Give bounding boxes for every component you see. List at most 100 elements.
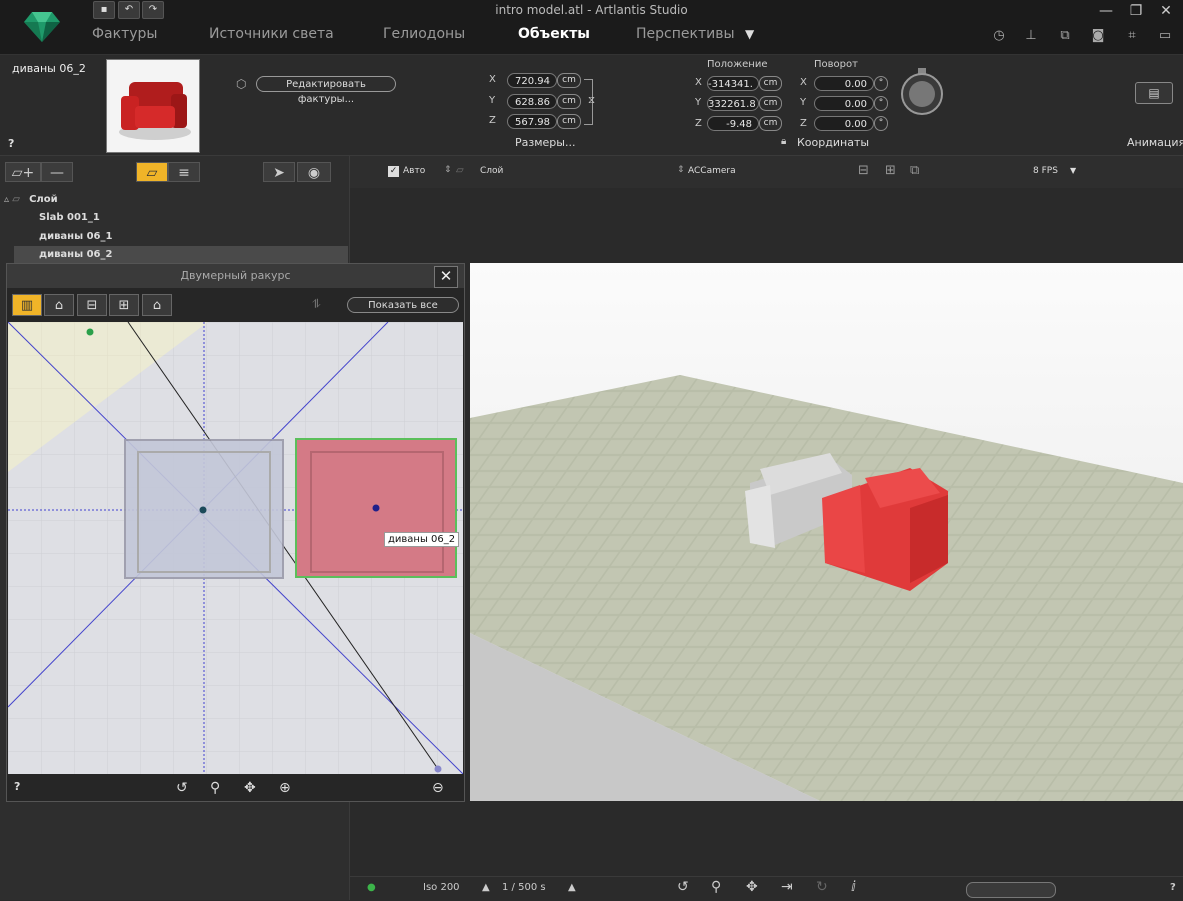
camera-stepper-icon[interactable]: ⇕: [677, 165, 685, 175]
fps-dropdown-icon[interactable]: ▼: [1070, 166, 1076, 175]
size-x-label: X: [489, 74, 496, 85]
tab-heliodons[interactable]: Гелиодоны: [383, 26, 465, 42]
size-x-unit[interactable]: cm: [557, 73, 581, 88]
crop-icon[interactable]: ⌗: [1123, 28, 1141, 44]
animation-clapper-icon[interactable]: ▤: [1135, 82, 1173, 104]
tab-textures[interactable]: Фактуры: [92, 26, 157, 42]
list-view-button[interactable]: ≡: [168, 162, 200, 182]
visibility-eye-icon[interactable]: ◉: [297, 162, 331, 182]
clock-icon[interactable]: ◷: [990, 28, 1008, 44]
show-all-dropdown[interactable]: Показать все: [347, 297, 459, 313]
viewport-toolbar: ✓ Авто ⇕ ▱ Слой ⇕ ACCamera ⊟ ⊞ ⧉ 8 FPS ▼: [350, 156, 1183, 188]
2d-view-window: Двумерный ракурс ✕ ▥ ⌂ ⊟ ⊞ ⌂ ⥮ Показать …: [6, 263, 465, 802]
close-2d-view-button[interactable]: ✕: [434, 266, 458, 288]
axes-icon[interactable]: ⊥: [1022, 28, 1040, 44]
add-layer-button[interactable]: ▱+: [5, 162, 41, 182]
auto-checkbox[interactable]: ✓: [388, 166, 399, 177]
position-x-label: X: [695, 77, 702, 88]
position-y-unit[interactable]: cm: [759, 96, 782, 111]
windows-icon[interactable]: ⧉: [1056, 28, 1074, 44]
help-icon[interactable]: ?: [8, 137, 14, 150]
top-bar: ▪ ↶ ↷ intro model.atl - Artlantis Studio…: [0, 0, 1183, 55]
layer-root-row[interactable]: ▵ ▱ Слой: [4, 191, 338, 209]
2d-view-title[interactable]: Двумерный ракурс: [7, 264, 464, 288]
exposure-stepper-icon[interactable]: ▲: [568, 882, 576, 893]
position-y-input[interactable]: 332261.8: [707, 96, 759, 111]
position-z-label: Z: [695, 118, 702, 129]
camera-select[interactable]: ACCamera: [688, 166, 736, 176]
horizon-icon[interactable]: ⊖: [432, 780, 444, 796]
rotation-x-input[interactable]: 0.00: [814, 76, 874, 91]
rotation-y-unit[interactable]: °: [874, 96, 888, 111]
window-title: intro model.atl - Artlantis Studio: [495, 3, 688, 17]
info-icon[interactable]: ⅈ: [851, 879, 856, 895]
edit-textures-dropdown[interactable]: Редактировать фактуры...: [256, 76, 396, 105]
top-view-icon[interactable]: ▥: [12, 294, 42, 316]
rotation-z-input[interactable]: 0.00: [814, 116, 874, 131]
layer-item-sofa-2[interactable]: диваны 06_2: [14, 246, 348, 264]
zoom-icon[interactable]: ⚲: [210, 780, 220, 796]
expand-arrow-icon[interactable]: ▵: [4, 194, 12, 205]
tabs-dropdown-icon[interactable]: ▼: [745, 27, 754, 41]
left-view-icon[interactable]: ⌂: [142, 294, 172, 316]
minimize-button[interactable]: —: [1095, 2, 1117, 20]
maximize-button[interactable]: ❐: [1125, 2, 1147, 20]
preview-slider[interactable]: [966, 882, 1056, 898]
front-view-icon[interactable]: ⌂: [44, 294, 74, 316]
pointer-tool-button[interactable]: ➤: [263, 162, 295, 182]
position-z-unit[interactable]: cm: [759, 116, 782, 131]
rotation-x-unit[interactable]: °: [874, 76, 888, 91]
size-z-input[interactable]: 567.98: [507, 114, 557, 129]
tab-objects[interactable]: Объекты: [518, 26, 590, 42]
exposure-value[interactable]: 1 / 500 s: [502, 882, 546, 893]
sizes-label[interactable]: Размеры...: [515, 136, 575, 149]
zoom-camera-icon[interactable]: ⚲: [711, 879, 721, 895]
back-view-icon[interactable]: ⊞: [109, 294, 139, 316]
layer-stepper-icon[interactable]: ⇕: [444, 165, 452, 175]
2d-help-icon[interactable]: ?: [14, 780, 20, 793]
rotation-y-input[interactable]: 0.00: [814, 96, 874, 111]
size-y-unit[interactable]: cm: [557, 94, 581, 109]
layer-root-label: Слой: [29, 194, 58, 205]
fps-select[interactable]: 8 FPS: [1033, 166, 1058, 176]
position-x-unit[interactable]: cm: [759, 76, 782, 91]
size-x-input[interactable]: 720.94: [507, 73, 557, 88]
object-properties-panel: диваны 06_2 ? ⬡ Редактировать фактуры...…: [0, 55, 1183, 156]
rotation-z-unit[interactable]: °: [874, 116, 888, 131]
position-x-input[interactable]: -314341.: [707, 76, 759, 91]
remove-layer-button[interactable]: —: [41, 162, 73, 182]
3d-viewport[interactable]: [470, 263, 1183, 801]
layer-item-slab[interactable]: Slab 001_1: [14, 209, 348, 227]
rotate-view-icon[interactable]: ↺: [176, 780, 188, 796]
screen-icon[interactable]: ▭: [1156, 28, 1174, 44]
zoom-fit-icon[interactable]: ⊕: [279, 780, 291, 796]
layer-item-sofa-1[interactable]: диваны 06_1: [14, 228, 348, 246]
camera-icon[interactable]: ◙: [1089, 28, 1107, 44]
rotation-dial-icon[interactable]: [899, 67, 945, 117]
size-y-input[interactable]: 628.86: [507, 94, 557, 109]
tab-perspectives[interactable]: Перспективы: [636, 26, 735, 42]
size-z-unit[interactable]: cm: [557, 114, 581, 129]
lock-icon[interactable]: 🔒︎: [781, 136, 786, 147]
pan-icon[interactable]: ✥: [244, 780, 256, 796]
rotate-camera-icon[interactable]: ↺: [677, 879, 689, 895]
inset-view-icon[interactable]: ⧉: [910, 163, 919, 178]
walk-icon[interactable]: ⇥: [781, 879, 793, 895]
quad-view-icon[interactable]: ⊞: [885, 163, 896, 178]
layer-view-button[interactable]: ▱: [136, 162, 168, 182]
refresh-icon[interactable]: ↻: [816, 879, 828, 895]
close-button[interactable]: ✕: [1155, 2, 1177, 20]
sync-icon[interactable]: ⥮: [312, 297, 321, 312]
plan-canvas[interactable]: диваны 06_2: [8, 322, 463, 774]
iso-value[interactable]: Iso 200: [423, 882, 460, 893]
layer-filter-label[interactable]: Слой: [480, 166, 503, 176]
position-z-input[interactable]: -9.48: [707, 116, 759, 131]
iso-stepper-icon[interactable]: ▲: [482, 882, 490, 893]
tab-lights[interactable]: Источники света: [209, 26, 334, 42]
armchair-thumbnail-icon: [119, 82, 191, 140]
right-view-icon[interactable]: ⊟: [77, 294, 107, 316]
pan-camera-icon[interactable]: ✥: [746, 879, 758, 895]
status-help-icon[interactable]: ?: [1170, 882, 1176, 893]
link-icon[interactable]: ⧖: [588, 95, 595, 106]
split-view-icon[interactable]: ⊟: [858, 163, 869, 178]
